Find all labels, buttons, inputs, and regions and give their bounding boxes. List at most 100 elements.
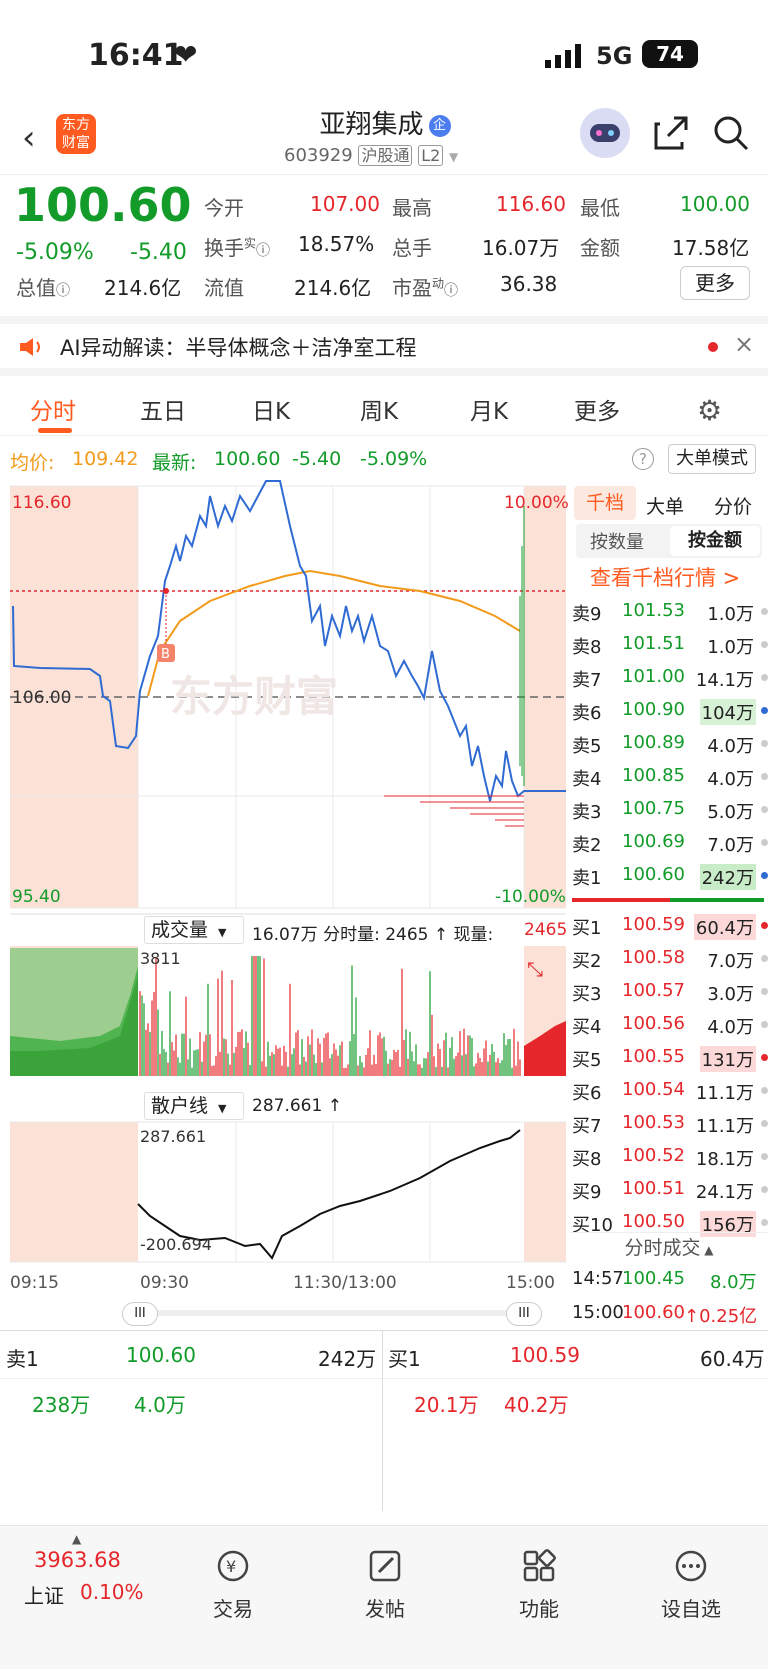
- book-tab-price[interactable]: 分价: [714, 492, 752, 519]
- book-divider-green: [670, 898, 764, 902]
- share-icon[interactable]: [652, 114, 690, 156]
- view-depth-link[interactable]: 查看千档行情 >: [590, 562, 740, 592]
- tab-monthly-k[interactable]: 月K: [470, 392, 508, 426]
- book-level-label: 买4: [572, 1017, 602, 1038]
- volume-selector[interactable]: 成交量 ▼: [144, 916, 244, 944]
- ask-row[interactable]: 卖1 100.60 242万: [570, 860, 768, 893]
- ask-row[interactable]: 卖5 100.89 4.0万: [570, 728, 768, 761]
- logo-text-1: 东方: [62, 117, 90, 133]
- book-volume: 18.1万: [695, 1149, 754, 1170]
- bid-row[interactable]: 买1 100.59 60.4万: [570, 910, 768, 943]
- book-price: 100.56: [622, 1013, 685, 1034]
- retail-line-selector[interactable]: 散户线 ▼: [144, 1092, 244, 1120]
- tab-five-day[interactable]: 五日: [140, 392, 186, 426]
- big-order-mode-button[interactable]: 大单模式: [668, 444, 756, 474]
- ask-row[interactable]: 卖7 101.00 14.1万: [570, 662, 768, 695]
- settings-gear-icon[interactable]: ⚙: [697, 394, 722, 427]
- bid-row[interactable]: 买6 100.54 11.1万: [570, 1075, 768, 1108]
- tick-volume: ↑0.25亿: [684, 1306, 758, 1327]
- level-tag: L2: [418, 145, 444, 166]
- book-volume: 60.4万: [693, 914, 756, 940]
- bid-row[interactable]: 买9 100.51 24.1万: [570, 1174, 768, 1207]
- volume-label: 总手: [392, 236, 432, 260]
- ask-row[interactable]: 卖6 100.90 104万: [570, 695, 768, 728]
- tick-time: 14:57: [572, 1268, 624, 1289]
- ask-row[interactable]: 卖9 101.53 1.0万: [570, 596, 768, 629]
- turnover-label[interactable]: 换手实ⓘ: [204, 232, 270, 261]
- index-value[interactable]: 3963.68: [34, 1548, 121, 1572]
- book-dot-icon: [761, 1120, 768, 1127]
- help-icon[interactable]: ?: [632, 448, 654, 470]
- amount-value: 17.58亿: [672, 236, 750, 260]
- book-dot-icon: [761, 707, 768, 714]
- range-handle-right[interactable]: III: [506, 1302, 542, 1326]
- stock-code-row[interactable]: 603929 沪股通 L2 ▼: [284, 142, 458, 166]
- book-tab-big-order[interactable]: 大单: [646, 492, 684, 519]
- book-dot-icon: [761, 1054, 768, 1061]
- low-label: 最低: [580, 196, 620, 220]
- ask-row[interactable]: 卖8 101.51 1.0万: [570, 629, 768, 662]
- current-price: 100.60: [14, 178, 192, 232]
- intraday-chart[interactable]: 东方财富 B 116.60 106.00 95.40 10.00% -10.00…: [0, 436, 570, 1326]
- sh-close-shade: [524, 1122, 566, 1262]
- time-label-0915: 09:15: [10, 1273, 59, 1293]
- buy-marker-label: B: [161, 647, 170, 662]
- stock-title[interactable]: 亚翔集成 企: [300, 104, 470, 141]
- bid-row[interactable]: 买8 100.52 18.1万: [570, 1141, 768, 1174]
- range-handle-left[interactable]: III: [122, 1302, 158, 1326]
- high-value: 116.60: [496, 192, 566, 216]
- tab-more[interactable]: 更多: [574, 392, 620, 426]
- book-volume: 4.0万: [707, 1017, 754, 1038]
- book-tabs: 千档 大单 分价: [570, 484, 768, 524]
- queue-ask-label: 卖1: [6, 1347, 39, 1371]
- bid-row[interactable]: 买4 100.56 4.0万: [570, 1009, 768, 1042]
- mcap-value: 214.6亿: [104, 276, 182, 300]
- robot-avatar[interactable]: [580, 108, 630, 158]
- ask-row[interactable]: 卖2 100.69 7.0万: [570, 827, 768, 860]
- float-value: 214.6亿: [294, 276, 372, 300]
- ask-row[interactable]: 卖3 100.75 5.0万: [570, 794, 768, 827]
- book-tab-thousand[interactable]: 千档: [574, 486, 636, 520]
- book-price: 100.50: [622, 1211, 685, 1232]
- search-icon[interactable]: [712, 114, 750, 156]
- retail-selector-label: 散户线: [151, 1095, 209, 1117]
- book-level-label: 买3: [572, 984, 602, 1005]
- book-price: 100.58: [622, 947, 685, 968]
- bid-row[interactable]: 买7 100.53 11.1万: [570, 1108, 768, 1141]
- bid-row[interactable]: 买3 100.57 3.0万: [570, 976, 768, 1009]
- quote-panel: 100.60 -5.09% -5.40 今开 107.00 最高 116.60 …: [0, 176, 768, 316]
- tab-weekly-k[interactable]: 周K: [360, 392, 398, 426]
- queue-bid-order-1: 20.1万: [414, 1393, 479, 1417]
- book-dot-icon: [761, 839, 768, 846]
- turnover-value: 18.57%: [298, 232, 375, 256]
- close-icon[interactable]: ×: [734, 330, 754, 358]
- ask-row[interactable]: 卖4 100.85 4.0万: [570, 761, 768, 794]
- tab-daily-k[interactable]: 日K: [252, 392, 290, 426]
- tab-features[interactable]: 功能: [484, 1548, 594, 1622]
- subtab-by-amount[interactable]: 按金额: [670, 526, 760, 556]
- tick-volume: 8.0万: [710, 1272, 757, 1293]
- bid-row[interactable]: 买5 100.55 131万: [570, 1042, 768, 1075]
- mcap-label[interactable]: 总值ⓘ: [16, 272, 70, 301]
- tab-post[interactable]: 发帖: [330, 1548, 440, 1622]
- ai-banner[interactable]: AI异动解读：半导体概念＋洁净室工程 ×: [0, 316, 768, 376]
- ticks-header[interactable]: 分时成交 ▲: [570, 1232, 768, 1262]
- tab-intraday[interactable]: 分时: [30, 392, 76, 426]
- speaker-icon: [18, 336, 44, 362]
- book-price: 101.51: [622, 633, 685, 654]
- pe-label[interactable]: 市盈动ⓘ: [392, 272, 458, 301]
- tab-post-label: 发帖: [365, 1597, 405, 1621]
- back-icon[interactable]: ‹: [22, 118, 36, 158]
- book-volume: 131万: [699, 1046, 756, 1072]
- tab-add-watchlist[interactable]: 设自选: [636, 1548, 746, 1622]
- book-price: 100.69: [622, 831, 685, 852]
- sh-max-label: 287.661: [140, 1127, 206, 1146]
- more-button[interactable]: 更多: [680, 266, 750, 300]
- bid-row[interactable]: 买2 100.58 7.0万: [570, 943, 768, 976]
- subtab-by-quantity[interactable]: 按数量: [590, 528, 644, 554]
- tab-trade[interactable]: ¥ 交易: [178, 1548, 288, 1622]
- y-axis-min: 95.40: [12, 887, 61, 907]
- book-price: 100.52: [622, 1145, 685, 1166]
- pct-axis-min: -10.00%: [495, 887, 566, 907]
- book-divider: [572, 898, 670, 902]
